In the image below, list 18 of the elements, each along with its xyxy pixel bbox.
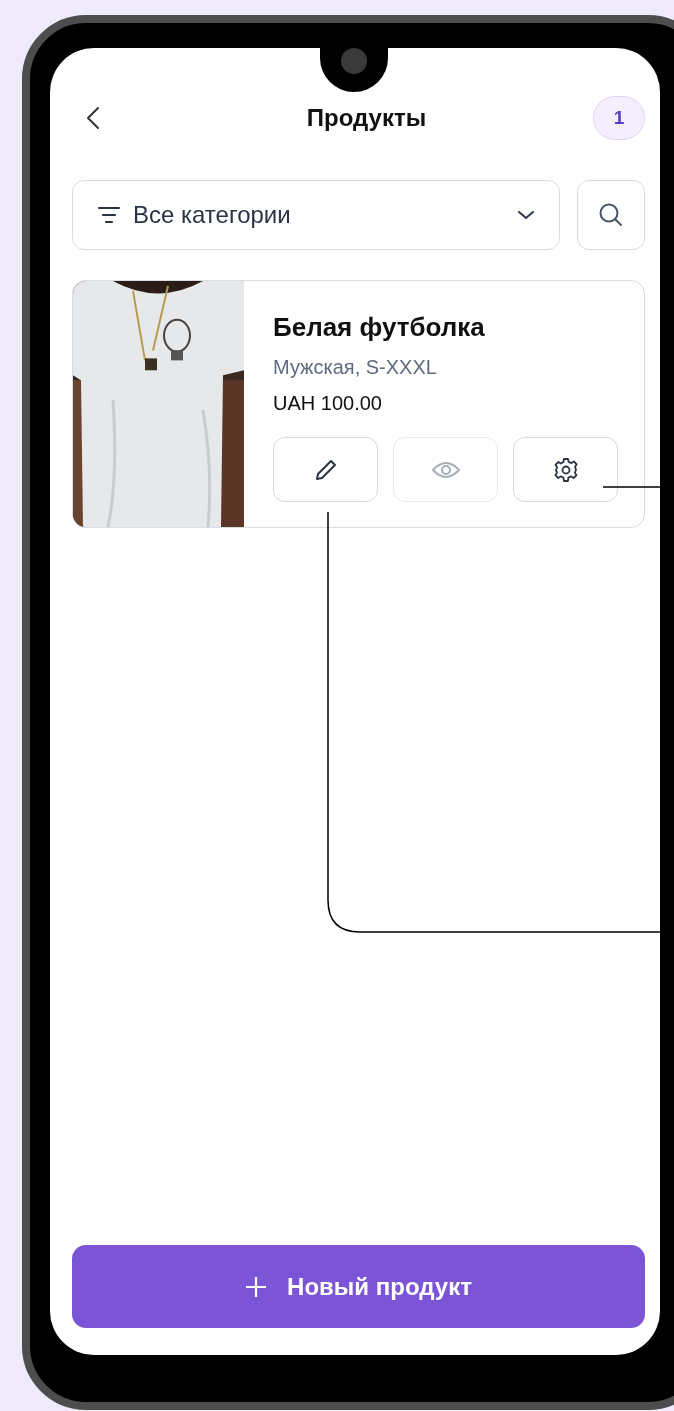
leader-line <box>602 486 661 488</box>
back-icon[interactable] <box>86 106 100 130</box>
settings-button[interactable] <box>513 437 618 502</box>
product-price: UAH 100.00 <box>273 391 383 416</box>
search-button[interactable] <box>577 180 645 250</box>
search-icon <box>598 202 624 228</box>
eye-icon <box>430 459 461 480</box>
page-title: Продукты <box>306 104 427 132</box>
pencil-icon <box>313 457 338 482</box>
filter-icon <box>97 206 121 224</box>
category-dropdown[interactable]: Все категории <box>72 180 560 250</box>
plus-icon <box>245 1275 268 1298</box>
chevron-down-icon <box>517 210 535 220</box>
count-badge: 1 <box>593 96 645 140</box>
product-variant: Мужская, S-XXXL <box>273 355 438 380</box>
new-product-button[interactable]: Новый продукт <box>72 1245 645 1328</box>
product-title: Белая футболка <box>273 311 486 343</box>
gear-icon <box>552 456 579 483</box>
